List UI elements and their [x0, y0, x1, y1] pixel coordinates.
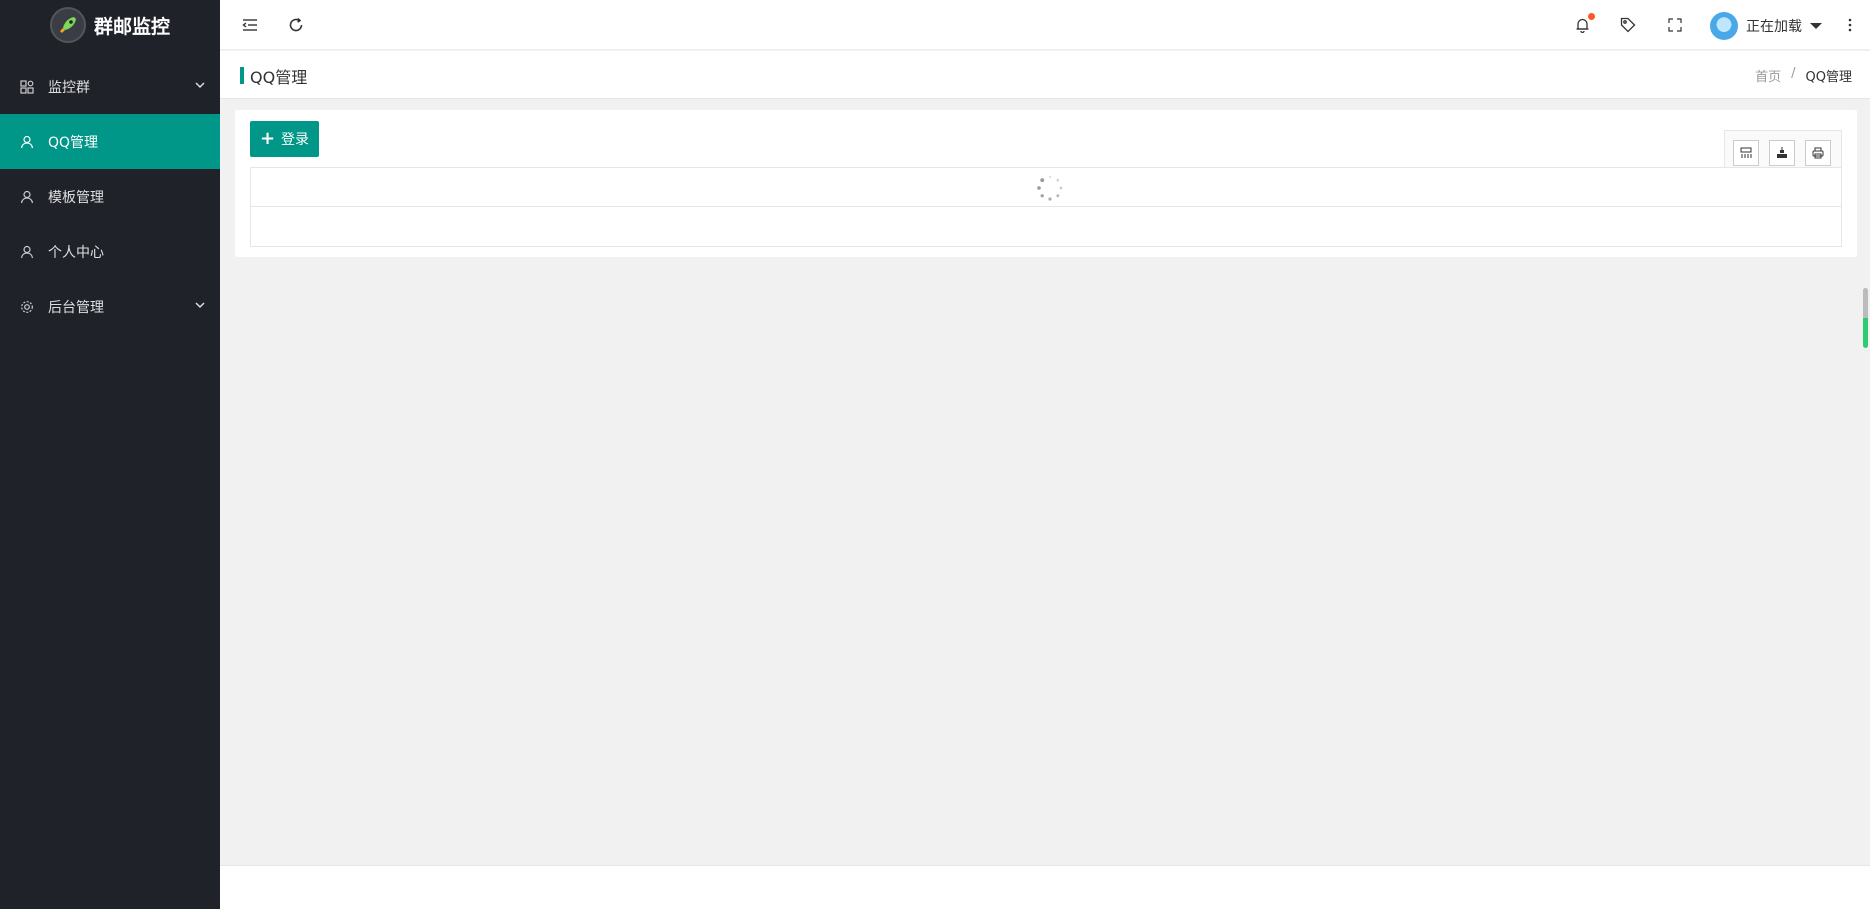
sidebar: 群邮监控 监控群 QQ管理 模板管理 个人中心 后台管理: [0, 0, 220, 909]
sidebar-item-label: 监控群: [48, 79, 90, 96]
caret-down-icon: [1810, 23, 1822, 29]
export-icon[interactable]: [1769, 140, 1795, 166]
sidebar-item-template-management[interactable]: 模板管理: [0, 169, 220, 224]
login-button[interactable]: + 登录: [250, 121, 319, 157]
scrollbar[interactable]: [1863, 288, 1868, 348]
breadcrumb-current: QQ管理: [1805, 70, 1852, 85]
top-header: 正在加载: [220, 0, 1870, 50]
sidebar-item-label: 后台管理: [48, 299, 104, 316]
sidebar-item-qq-management[interactable]: QQ管理: [0, 114, 220, 169]
table-card: + 登录: [235, 110, 1857, 257]
sidebar-menu: 监控群 QQ管理 模板管理 个人中心 后台管理: [0, 59, 220, 334]
sidebar-item-admin[interactable]: 后台管理: [0, 279, 220, 334]
data-table: [250, 167, 1842, 247]
notification-bell-icon[interactable]: [1572, 13, 1595, 35]
page-title: QQ管理: [250, 68, 308, 87]
rocket-logo-icon: [49, 7, 86, 43]
sidebar-item-label: QQ管理: [48, 134, 99, 151]
sidebar-item-label: 个人中心: [48, 244, 104, 261]
notification-dot: [1588, 13, 1595, 20]
sidebar-item-label: 模板管理: [48, 189, 104, 206]
footer: [220, 865, 1870, 909]
print-icon[interactable]: [1805, 140, 1831, 166]
plus-icon: +: [259, 128, 276, 149]
table-loading-row: [251, 168, 1841, 207]
chevron-down-icon: [194, 79, 206, 95]
refresh-icon[interactable]: [286, 15, 306, 35]
table-tools: [1724, 130, 1842, 167]
logo[interactable]: 群邮监控: [0, 0, 220, 50]
breadcrumb-home-link[interactable]: 首页: [1755, 66, 1781, 85]
gear-icon: [20, 300, 34, 314]
user-icon: [20, 245, 34, 259]
menu-collapse-icon[interactable]: [240, 15, 260, 35]
app-title: 群邮监控: [93, 15, 170, 38]
sidebar-item-monitor-groups[interactable]: 监控群: [0, 59, 220, 114]
breadcrumb-separator: /: [1791, 66, 1796, 81]
user-name: 正在加载: [1746, 19, 1802, 35]
title-accent-bar: [240, 67, 244, 84]
loading-spinner-icon: [1036, 174, 1064, 202]
columns-icon[interactable]: [1733, 140, 1759, 166]
avatar: [1710, 12, 1738, 40]
table-row: [251, 207, 1841, 246]
tag-icon[interactable]: [1618, 15, 1638, 35]
dashboard-icon: [20, 79, 34, 94]
page-title-bar: QQ管理 首页 / QQ管理: [220, 51, 1870, 99]
user-icon: [20, 190, 34, 204]
login-button-label: 登录: [281, 132, 310, 148]
more-vertical-icon[interactable]: [1840, 15, 1860, 35]
fullscreen-icon[interactable]: [1665, 15, 1685, 35]
breadcrumb: 首页 / QQ管理: [1755, 66, 1852, 85]
sidebar-item-personal-center[interactable]: 个人中心: [0, 224, 220, 279]
user-icon: [20, 135, 34, 149]
user-menu[interactable]: 正在加载: [1710, 12, 1822, 40]
chevron-down-icon: [194, 299, 206, 315]
